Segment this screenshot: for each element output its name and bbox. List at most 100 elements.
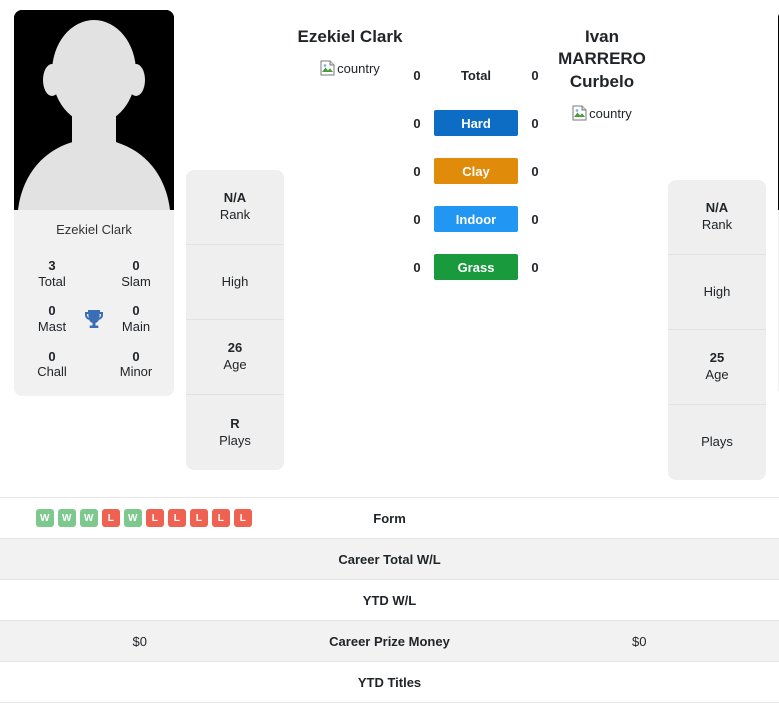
surface-badge-clay: Clay: [434, 158, 518, 184]
info-label: High: [221, 273, 249, 289]
player-comparison-area: Ezekiel Clark 3 Total 0 Slam 0 Mast 0 Ma…: [0, 0, 779, 497]
surface-score-right: 0: [531, 163, 539, 179]
stat-row-ytd-wl: YTD W/L: [0, 580, 779, 621]
form-badge-w: W: [35, 509, 54, 527]
player-name-block-left: Ezekiel Clark country: [290, 0, 410, 497]
info-value: 26: [227, 340, 243, 356]
title-stat-value: 0: [48, 348, 56, 364]
titles-row: 3 Total 0 Slam: [24, 258, 164, 289]
stat-left-value: $0: [132, 633, 147, 649]
stat-row-career-total-wl: Career Total W/L: [0, 539, 779, 580]
info-cell-plays: Plays: [668, 405, 766, 480]
surface-score-left: 0: [413, 67, 421, 83]
title-stat-value: 0: [132, 348, 140, 364]
info-cell-age: 26 Age: [186, 320, 284, 395]
player-name-right: Ivan MARRERO Curbelo: [558, 27, 646, 91]
title-stat-label: Mast: [37, 319, 67, 335]
player-name-left: Ezekiel Clark: [297, 27, 403, 46]
player-info-column-right: N/A Rank High 25 Age Plays: [668, 180, 766, 480]
broken-image-icon: [320, 60, 335, 76]
country-flag-right: country: [542, 105, 662, 121]
country-alt-text-right: country: [589, 105, 632, 121]
title-stat-slam: 0 Slam: [108, 258, 164, 289]
surface-row-indoor: 0 Indoor 0: [410, 206, 542, 232]
info-value: N/A: [705, 200, 729, 216]
info-label: Plays: [219, 432, 251, 448]
center-comparison-column: Ezekiel Clark country 0 Total 0 0 Hard 0…: [284, 0, 668, 497]
form-badge-l: L: [189, 509, 208, 527]
stat-label: Form: [373, 510, 406, 526]
title-stat-label: Main: [121, 319, 151, 335]
surface-score-left: 0: [413, 259, 421, 275]
info-label: Age: [705, 367, 729, 382]
surface-badge-indoor: Indoor: [434, 206, 518, 232]
info-cell-plays: R Plays: [186, 395, 284, 470]
title-stat-value: 3: [48, 258, 56, 274]
surface-row-hard: 0 Hard 0: [410, 110, 542, 136]
stat-label: Career Prize Money: [329, 633, 450, 649]
title-stat-main: 0 Main: [108, 303, 164, 334]
form-badge-l: L: [145, 509, 164, 527]
title-stat-mast: 0 Mast: [24, 303, 80, 334]
form-badges-left: WWWLWLLLLL: [28, 509, 252, 527]
player-photo-caption-left: Ezekiel Clark: [56, 222, 132, 237]
surface-score-right: 0: [531, 67, 539, 83]
info-cell-age: 25 Age: [668, 330, 766, 405]
surface-score-left: 0: [413, 115, 421, 131]
title-stat-label: Minor: [119, 364, 153, 380]
info-cell-high: High: [186, 245, 284, 320]
stat-label: Career Total W/L: [338, 551, 441, 567]
country-alt-text-left: country: [337, 60, 380, 76]
comparison-stat-table: WWWLWLLLLL Form Career Total W/L YTD W/L…: [0, 497, 779, 703]
player-card-left: Ezekiel Clark 3 Total 0 Slam 0 Mast 0 Ma…: [14, 10, 174, 396]
title-stat-label: Total: [38, 273, 66, 289]
player-info-column-left: N/A Rank High 26 Age R Plays: [186, 170, 284, 470]
info-label: Rank: [219, 207, 251, 222]
title-stat-chall: 0 Chall: [24, 349, 80, 380]
info-label: Plays: [701, 434, 733, 450]
player-photo-left: [14, 10, 174, 210]
title-stat-value: 0: [132, 303, 140, 319]
surface-badge-grass: Grass: [434, 254, 518, 280]
info-value: 25: [709, 350, 725, 366]
surface-badge-total: Total: [460, 67, 492, 83]
titles-row: 0 Chall 0 Minor: [24, 349, 164, 380]
form-badge-l: L: [101, 509, 120, 527]
title-stat-value: 0: [48, 303, 56, 319]
title-stat-value: 0: [132, 258, 140, 274]
title-stat-minor: 0 Minor: [108, 349, 164, 380]
titles-grid-left: 3 Total 0 Slam 0 Mast 0 Main 0 Chall 0 M…: [14, 252, 174, 396]
stat-row-career-prize-money: $0 Career Prize Money $0: [0, 621, 779, 662]
surface-row-clay: 0 Clay 0: [410, 158, 542, 184]
title-stat-label: Chall: [37, 364, 67, 380]
trophy-icon: [81, 306, 107, 332]
surface-score-right: 0: [531, 259, 539, 275]
country-flag-left: country: [290, 60, 410, 76]
form-badge-w: W: [57, 509, 76, 527]
surface-score-right: 0: [531, 211, 539, 227]
stat-row-form: WWWLWLLLLL Form: [0, 498, 779, 539]
stat-label: YTD W/L: [362, 592, 417, 608]
form-badge-l: L: [167, 509, 186, 527]
avatar-silhouette-icon: [14, 10, 174, 210]
surface-score-left: 0: [413, 211, 421, 227]
stat-label: YTD Titles: [357, 674, 422, 690]
form-badge-l: L: [233, 509, 252, 527]
surface-score-left: 0: [413, 163, 421, 179]
info-value: N/A: [223, 190, 247, 206]
player-name-block-right: Ivan MARRERO Curbelo country: [542, 0, 662, 497]
info-label: High: [703, 283, 731, 299]
surface-row-total: 0 Total 0: [410, 62, 542, 88]
stat-left-value: WWWLWLLLLL: [0, 509, 280, 527]
surface-breakdown: 0 Total 0 0 Hard 0 0 Clay 0 0 Indoor 0 0: [410, 0, 542, 497]
surface-score-right: 0: [531, 115, 539, 131]
stat-right-value: $0: [632, 633, 647, 649]
info-cell-rank: N/A Rank: [668, 180, 766, 255]
title-stat-label: Slam: [121, 273, 151, 289]
form-badge-w: W: [123, 509, 142, 527]
broken-image-icon: [572, 105, 587, 121]
stat-row-ytd-titles: YTD Titles: [0, 662, 779, 703]
surface-row-grass: 0 Grass 0: [410, 254, 542, 280]
info-label: Rank: [701, 217, 733, 232]
form-badge-w: W: [79, 509, 98, 527]
